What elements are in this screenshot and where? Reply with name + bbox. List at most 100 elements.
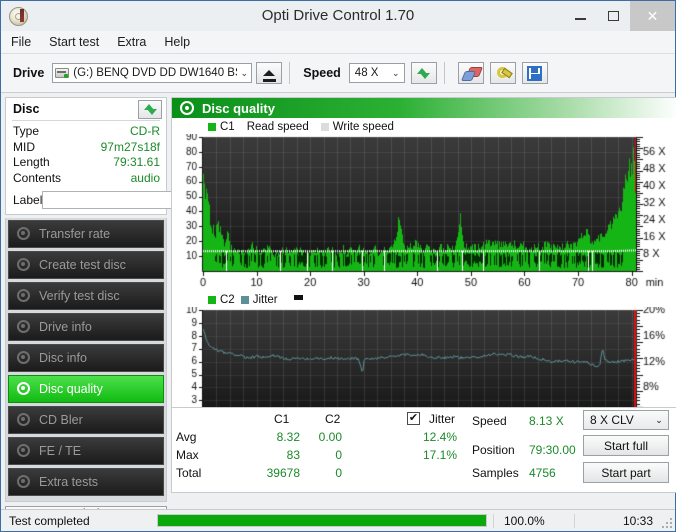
disc-box-header: Disc bbox=[6, 98, 166, 120]
disc-icon bbox=[7, 5, 29, 27]
legend-swatch-c1 bbox=[208, 123, 216, 131]
erase-button[interactable] bbox=[457, 62, 484, 84]
stats-header-c1: C1 bbox=[274, 412, 290, 426]
legend-swatch-c2 bbox=[208, 296, 216, 304]
disc-info-box: Disc Type CD-R MID 97m27s18f Length 79:3… bbox=[5, 97, 249, 215]
optical-drive-icon bbox=[55, 66, 70, 80]
sidebar-item-fe-te[interactable]: FE / TE bbox=[8, 437, 164, 465]
stats-avg-c2: 0.00 bbox=[318, 430, 342, 444]
start-full-button[interactable]: Start full bbox=[583, 435, 669, 456]
status-bar: Test completed 100.0% 10:33 bbox=[1, 509, 675, 531]
disc-row-mid-label: MID bbox=[13, 139, 35, 154]
nav-list: Transfer rate Create test disc Verify te… bbox=[5, 218, 167, 502]
sidebar-item-label: Transfer rate bbox=[39, 227, 111, 241]
left-panel: Disc Type CD-R MID 97m27s18f Length 79:3… bbox=[5, 97, 249, 522]
c1-plot-canvas bbox=[172, 134, 676, 291]
disc-row-length-label: Length bbox=[13, 155, 50, 169]
speed-label: Speed bbox=[303, 66, 341, 80]
progress-bar bbox=[157, 514, 487, 527]
main-body: Disc Type CD-R MID 97m27s18f Length 79:3… bbox=[1, 93, 676, 522]
legend-label-write-speed: Write speed bbox=[332, 121, 394, 133]
legend-marker-icon bbox=[293, 294, 303, 300]
refresh-button[interactable] bbox=[410, 62, 437, 84]
legend-label-read-speed: Read speed bbox=[246, 121, 309, 133]
eject-icon bbox=[263, 69, 276, 76]
disc-info-icon bbox=[16, 350, 32, 366]
statistics-panel: C1 C2 ✔ Jitter Avg 8.32 0.00 12.4% Max 8… bbox=[172, 407, 676, 492]
disc-row-type-value: CD-R bbox=[130, 124, 160, 138]
sidebar-item-verify-test-disc[interactable]: Verify test disc bbox=[8, 282, 164, 310]
sidebar-item-label: Create test disc bbox=[39, 258, 126, 272]
disc-row-type-label: Type bbox=[13, 124, 40, 138]
status-message: Test completed bbox=[9, 513, 90, 528]
stats-row-total-label: Total bbox=[176, 466, 202, 480]
legend-swatch-jitter bbox=[240, 296, 249, 304]
right-panel: Disc quality C1 Read speed Write speed C… bbox=[171, 97, 676, 493]
sidebar-item-transfer-rate[interactable]: Transfer rate bbox=[8, 220, 164, 248]
speed-stat-label: Speed bbox=[472, 414, 507, 428]
menu-item-extra[interactable]: Extra bbox=[117, 35, 146, 49]
disc-row-contents: Contents audio bbox=[13, 171, 160, 187]
position-stat-label: Position bbox=[472, 443, 515, 457]
sidebar-item-label: Extra tests bbox=[39, 475, 99, 489]
chevron-down-icon: ⌄ bbox=[240, 67, 248, 78]
toolbar-divider-2 bbox=[443, 62, 445, 84]
speed-select[interactable]: 48 X ⌄ bbox=[348, 63, 405, 83]
wrench-icon bbox=[495, 66, 513, 80]
disc-row-contents-label: Contents bbox=[13, 170, 62, 185]
speed-stat-value: 8.13 X bbox=[529, 414, 564, 428]
disc-row-length: Length 79:31.61 bbox=[13, 155, 160, 171]
stats-total-c1: 39678 bbox=[266, 466, 300, 480]
samples-stat-label: Samples bbox=[472, 466, 519, 480]
stats-max-jitter: 17.1% bbox=[422, 448, 457, 462]
window-controls: ✕ bbox=[564, 1, 675, 31]
c2-legend: C2 Jitter bbox=[172, 293, 676, 307]
legend-label-jitter: Jitter bbox=[252, 294, 278, 306]
chevron-down-icon: ⌄ bbox=[655, 414, 663, 425]
menu-item-help[interactable]: Help bbox=[164, 35, 190, 49]
disc-test-icon bbox=[16, 226, 32, 242]
sidebar-item-label: Verify test disc bbox=[39, 289, 120, 303]
panel-header: Disc quality bbox=[172, 98, 676, 118]
disc-label-row: Label bbox=[13, 189, 249, 210]
sidebar-item-cd-bler[interactable]: CD Bler bbox=[8, 406, 164, 434]
fe-te-icon bbox=[16, 443, 32, 459]
speed-select-value: 48 X bbox=[354, 67, 379, 79]
stats-header-jitter: Jitter bbox=[429, 412, 456, 426]
eraser-icon bbox=[460, 67, 483, 81]
samples-stat-value: 4756 bbox=[529, 466, 556, 480]
disc-label-caption: Label bbox=[13, 192, 43, 207]
stats-max-c1: 83 bbox=[286, 448, 300, 462]
sidebar-item-extra-tests[interactable]: Extra tests bbox=[8, 468, 164, 496]
refresh-arrows-icon bbox=[143, 103, 157, 116]
test-speed-select[interactable]: 8 X CLV ⌄ bbox=[583, 410, 669, 430]
tools-button[interactable] bbox=[489, 62, 516, 84]
drive-toolbar: Drive (G:) BENQ DVD DD DW1640 BSRB ⌄ Spe… bbox=[1, 54, 675, 93]
menu-item-file[interactable]: File bbox=[11, 35, 31, 49]
sidebar-item-label: FE / TE bbox=[39, 444, 82, 458]
disc-properties: Type CD-R MID 97m27s18f Length 79:31.61 … bbox=[6, 121, 249, 214]
drive-select[interactable]: (G:) BENQ DVD DD DW1640 BSRB ⌄ bbox=[52, 63, 253, 83]
page-title: Disc quality bbox=[202, 100, 275, 116]
sidebar-item-disc-quality[interactable]: Disc quality bbox=[8, 375, 164, 403]
minimize-button[interactable] bbox=[564, 1, 597, 31]
resize-grip[interactable] bbox=[660, 516, 672, 528]
sidebar-item-label: Disc quality bbox=[39, 382, 103, 396]
eject-icon-base bbox=[262, 78, 276, 82]
disc-refresh-button[interactable] bbox=[138, 99, 162, 119]
maximize-button[interactable] bbox=[597, 1, 630, 31]
stats-avg-jitter: 12.4% bbox=[422, 430, 457, 444]
sidebar-item-drive-info[interactable]: Drive info bbox=[8, 313, 164, 341]
stats-row-avg-label: Avg bbox=[176, 430, 197, 444]
start-part-button[interactable]: Start part bbox=[583, 462, 669, 483]
maximize-icon bbox=[608, 11, 619, 21]
menu-item-start-test[interactable]: Start test bbox=[49, 35, 99, 49]
disc-row-type: Type CD-R bbox=[13, 124, 160, 140]
jitter-checkbox[interactable]: ✔ bbox=[407, 412, 420, 425]
save-button[interactable] bbox=[521, 62, 548, 84]
sidebar-item-create-test-disc[interactable]: Create test disc bbox=[8, 251, 164, 279]
eject-button[interactable] bbox=[256, 62, 283, 84]
sidebar-item-disc-info[interactable]: Disc info bbox=[8, 344, 164, 372]
minimize-icon bbox=[575, 18, 586, 20]
close-button[interactable]: ✕ bbox=[630, 1, 675, 31]
